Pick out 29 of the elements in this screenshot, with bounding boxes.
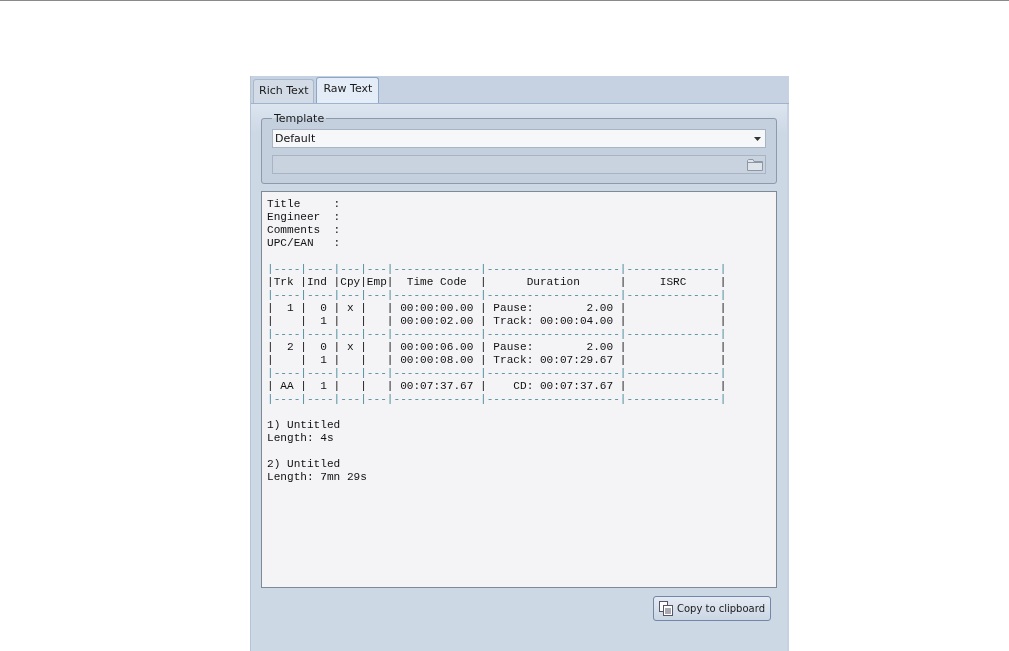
tab[interactable]: Rich Text bbox=[253, 79, 315, 103]
text-line: 2) Untitled bbox=[267, 458, 341, 471]
text-area[interactable] bbox=[261, 191, 777, 588]
text-line: Engineer : bbox=[267, 211, 341, 224]
table-rule: |----|----|---|---|-------------|--------------------|--------------| bbox=[267, 367, 727, 380]
folder-icon bbox=[747, 158, 763, 171]
template-dropdown[interactable]: Default bbox=[272, 129, 766, 148]
table-rule: |----|----|---|---|-------------|--------------------|--------------| bbox=[267, 393, 727, 406]
text-line: | 1 | 0 | x | | 00:00:00.00 | Pause: 2.00 | | bbox=[267, 302, 727, 315]
copy-button[interactable]: Copy to clipboard bbox=[652, 596, 771, 621]
text-line: | | 1 | | | 00:00:08.00 | Track: 00:07:29.67 | | bbox=[267, 354, 727, 367]
table-rule: |----|----|---|---|-------------|--------------------|--------------| bbox=[267, 289, 727, 302]
text-line: Length: 4s bbox=[267, 432, 334, 445]
table-rule: |----|----|---|---|-------------|--------------------|--------------| bbox=[267, 328, 727, 341]
text-line: | AA | 1 | | | 00:07:37.67 | CD: 00:07:37.67 | | bbox=[267, 380, 727, 393]
clipboard-icon bbox=[658, 601, 673, 616]
text-line: |Trk |Ind |Cpy|Emp| Time Code | Duration | ISRC | bbox=[267, 276, 727, 289]
text-line: | 2 | 0 | x | | 00:00:06.00 | Pause: 2.00 | | bbox=[267, 341, 727, 354]
tab[interactable]: Raw Text bbox=[316, 77, 380, 103]
text-line: Length: 7mn 29s bbox=[267, 471, 367, 484]
dropdown-value: Default bbox=[275, 132, 316, 145]
text-line: | | 1 | | | 00:00:02.00 | Track: 00:00:04.00 | | bbox=[267, 315, 727, 328]
text-line: Comments : bbox=[267, 224, 341, 237]
group-label: Template bbox=[273, 112, 326, 125]
caret-icon bbox=[754, 136, 761, 141]
text-line: UPC/EAN : bbox=[267, 237, 341, 250]
text-line: Title : bbox=[267, 198, 341, 211]
text-line: 1) Untitled bbox=[267, 419, 341, 432]
table-rule: |----|----|---|---|-------------|--------------------|--------------| bbox=[267, 263, 727, 276]
